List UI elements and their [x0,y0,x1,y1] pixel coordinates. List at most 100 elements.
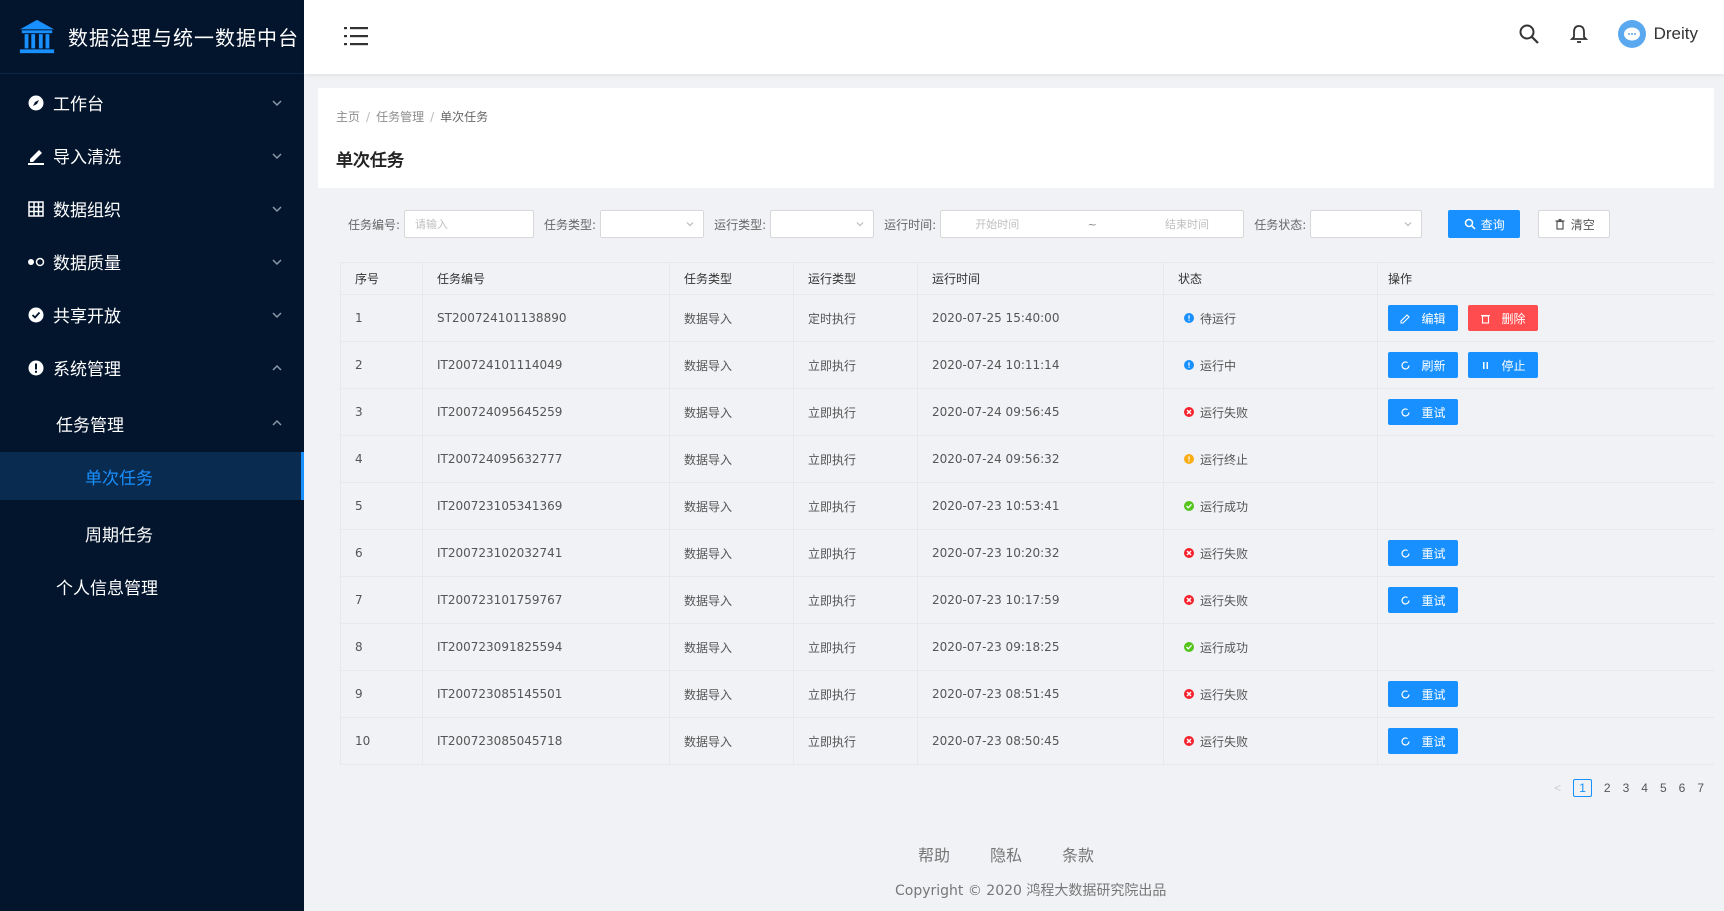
table-row[interactable]: 2 IT200724101114049 数据导入 立即执行 2020-07-24 10:… [340,342,1714,389]
table-row[interactable]: 5 IT200723105341369 数据导入 立即执行 2020-07-23 10:… [340,483,1714,530]
table-row[interactable]: 8 IT200723091825594 数据导入 立即执行 2020-07-23 09:… [340,624,1714,671]
col-header-task-type[interactable]: 任务类型 [670,263,794,294]
row-status: 运行成功 [1164,624,1378,670]
table-row[interactable]: 9 IT200723085145501 数据导入 立即执行 2020-07-23 08:… [340,671,1714,718]
retry-button[interactable]: 重试 [1388,399,1458,425]
retry-button[interactable]: 重试 [1388,587,1458,613]
sidebar-item-quality[interactable]: 数据质量 [0,235,304,288]
table-row[interactable]: 6 IT200723102032741 数据导入 立即执行 2020-07-23 10:… [340,530,1714,577]
stop-button[interactable]: 停止 [1468,352,1538,378]
query-button-label: 查询 [1480,217,1505,232]
table-row[interactable]: 1 ST200724101138890 数据导入 定时执行 2020-07-25 15:… [340,295,1714,342]
sidebar-item-share[interactable]: 共享开放 [0,288,304,341]
sidebar-item-label: 共享开放 [53,307,121,327]
sidebar-item-periodic-task[interactable]: 周期任务 [0,509,304,557]
row-index: 7 [340,577,423,623]
retry-icon [1400,736,1416,747]
sidebar-item-system[interactable]: 系统管理 [0,341,304,394]
task-type-select[interactable] [600,210,705,238]
row-index: 9 [340,671,423,717]
row-actions: 刷新 停止 [1378,342,1714,388]
breadcrumb-parent[interactable]: 任务管理 [376,110,424,124]
run-time-range-picker[interactable]: 开始时间 ~ 结束时间 [940,210,1245,238]
footer-link-help[interactable]: 帮助 [918,842,950,866]
row-index: 3 [340,389,423,435]
bell-icon[interactable] [1568,23,1590,45]
row-actions: 重试 [1378,718,1714,764]
status-text: 运行终止 [1200,452,1249,467]
table-row[interactable]: 4 IT200724095632777 数据导入 立即执行 2020-07-24 09:… [340,436,1714,483]
col-header-index[interactable]: 序号 [340,263,423,294]
row-task-type: 数据导入 [670,389,794,435]
username[interactable]: Dreity [1654,24,1698,44]
chevron-down-icon [272,258,282,265]
sidebar-item-single-task[interactable]: 单次任务 [0,452,304,500]
sidebar-item-label: 任务管理 [56,415,124,436]
page-header: 主页 / 任务管理 / 单次任务 单次任务 [318,88,1714,188]
table-row[interactable]: 10 IT200723085045718 数据导入 立即执行 2020-07-23 08… [340,718,1714,765]
task-status-select[interactable] [1310,210,1423,238]
search-icon [1464,218,1476,230]
run-type-select[interactable] [770,210,875,238]
sidebar-item-label: 个人信息管理 [56,578,158,599]
pagination-page-5[interactable]: 5 [1660,781,1667,795]
pagination-page-7[interactable]: 7 [1697,781,1704,795]
sidebar-item-personal-info[interactable]: 个人信息管理 [0,557,304,615]
col-header-run-time[interactable]: 运行时间 [918,263,1164,294]
col-header-status[interactable]: 状态 [1164,263,1378,294]
row-index: 6 [340,530,423,576]
avatar[interactable] [1617,20,1646,48]
table-row[interactable]: 3 IT200724095645259 数据导入 立即执行 2020-07-24 09:… [340,389,1714,436]
filter-bar: 任务编号: 请输入 任务类型: 运行类型: 运行时间: 开始时间 ~ 结束时间 … [348,210,1611,238]
row-actions: 重试 [1378,389,1714,435]
status-dot-icon [1184,454,1194,464]
chevron-down-icon [272,311,282,318]
edit-button[interactable]: 编辑 [1388,305,1458,331]
retry-button[interactable]: 重试 [1388,540,1458,566]
col-header-run-type[interactable]: 运行类型 [794,263,918,294]
footer-link-terms[interactable]: 条款 [1062,842,1094,866]
pagination-page-6[interactable]: 6 [1679,781,1686,795]
app-logo[interactable]: 数据治理与统一数据中台 [0,0,304,74]
col-header-task-no[interactable]: 任务编号 [423,263,670,294]
end-time-placeholder[interactable]: 结束时间 [1165,216,1209,232]
pagination-prev[interactable]: < [1554,781,1561,795]
breadcrumb: 主页 / 任务管理 / 单次任务 [336,110,489,124]
refresh-button[interactable]: 刷新 [1388,352,1458,378]
row-run-type: 立即执行 [794,436,918,482]
search-icon[interactable] [1518,23,1540,45]
start-time-placeholder[interactable]: 开始时间 [975,216,1019,232]
sidebar-item-organize[interactable]: 数据组织 [0,182,304,235]
pagination-page-1[interactable]: 1 [1573,779,1592,797]
retry-button[interactable]: 重试 [1388,728,1458,754]
sidebar-item-workbench[interactable]: 工作台 [0,76,304,129]
row-status: 运行中 [1164,342,1378,388]
row-status: 运行失败 [1164,671,1378,717]
table-row[interactable]: 7 IT200723101759767 数据导入 立即执行 2020-07-23 10:… [340,577,1714,624]
retry-button[interactable]: 重试 [1388,681,1458,707]
pagination-page-3[interactable]: 3 [1623,781,1630,795]
menu-toggle-icon[interactable] [344,25,368,47]
sidebar-item-task-management[interactable]: 任务管理 [0,394,304,452]
sidebar-item-label: 工作台 [53,95,104,115]
query-button[interactable]: 查询 [1448,210,1521,238]
action-label: 重试 [1421,687,1446,702]
delete-button[interactable]: 删除 [1468,305,1538,331]
pagination-page-2[interactable]: 2 [1604,781,1611,795]
footer-link-privacy[interactable]: 隐私 [990,842,1022,866]
row-task-type: 数据导入 [670,483,794,529]
edit-icon [1400,313,1416,324]
breadcrumb-home[interactable]: 主页 [336,110,360,124]
status-dot-icon [1184,360,1194,370]
action-label: 重试 [1421,546,1446,561]
chevron-down-icon [1404,222,1412,227]
sidebar-item-label: 周期任务 [85,525,153,546]
action-label: 删除 [1501,311,1526,326]
sidebar-item-import[interactable]: 导入清洗 [0,129,304,182]
row-task-type: 数据导入 [670,718,794,764]
pagination-page-4[interactable]: 4 [1641,781,1648,795]
task-no-input[interactable]: 请输入 [404,210,535,238]
row-status: 运行失败 [1164,577,1378,623]
table-header: 序号 任务编号 任务类型 运行类型 运行时间 状态 操作 [340,263,1714,295]
clear-button[interactable]: 清空 [1538,210,1611,238]
